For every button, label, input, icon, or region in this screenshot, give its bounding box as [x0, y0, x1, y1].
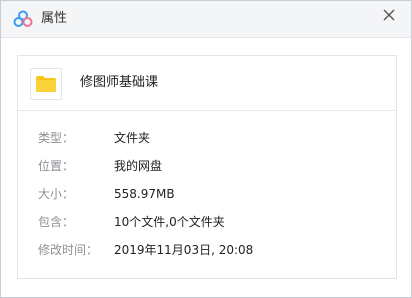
folder-name: 修图师基础课	[80, 75, 159, 90]
property-label: 位置：	[38, 159, 75, 173]
property-value: 10个文件,0个文件夹	[114, 215, 225, 229]
property-row-type: 类型： 文件夹	[18, 128, 396, 148]
title-bar[interactable]: 属性	[1, 1, 411, 38]
property-value: 文件夹	[114, 131, 151, 145]
property-label: 修改时间：	[38, 243, 99, 257]
property-row-location: 位置： 我的网盘	[18, 156, 396, 176]
properties-panel: 修图师基础课 类型： 文件夹 位置： 我的网盘 大小： 558.97MB 包含：…	[17, 55, 397, 279]
baidu-netdisk-icon	[13, 10, 33, 28]
property-value: 558.97MB	[114, 187, 175, 201]
properties-dialog: 属性 修图师基础课 类型： 文件夹 位置： 我的网盘 大小： 558.97MB …	[0, 0, 412, 298]
file-header: 修图师基础课	[18, 56, 396, 111]
property-row-contains: 包含： 10个文件,0个文件夹	[18, 212, 396, 232]
property-row-modified: 修改时间： 2019年11月03日, 20:08	[18, 240, 396, 260]
property-value: 我的网盘	[114, 159, 163, 173]
property-label: 类型：	[38, 131, 75, 145]
property-row-size: 大小： 558.97MB	[18, 184, 396, 204]
dialog-title: 属性	[41, 11, 68, 26]
close-icon[interactable]	[381, 7, 397, 23]
property-label: 包含：	[38, 215, 75, 229]
folder-icon	[30, 68, 62, 100]
property-label: 大小：	[38, 187, 75, 201]
property-value: 2019年11月03日, 20:08	[114, 243, 254, 257]
